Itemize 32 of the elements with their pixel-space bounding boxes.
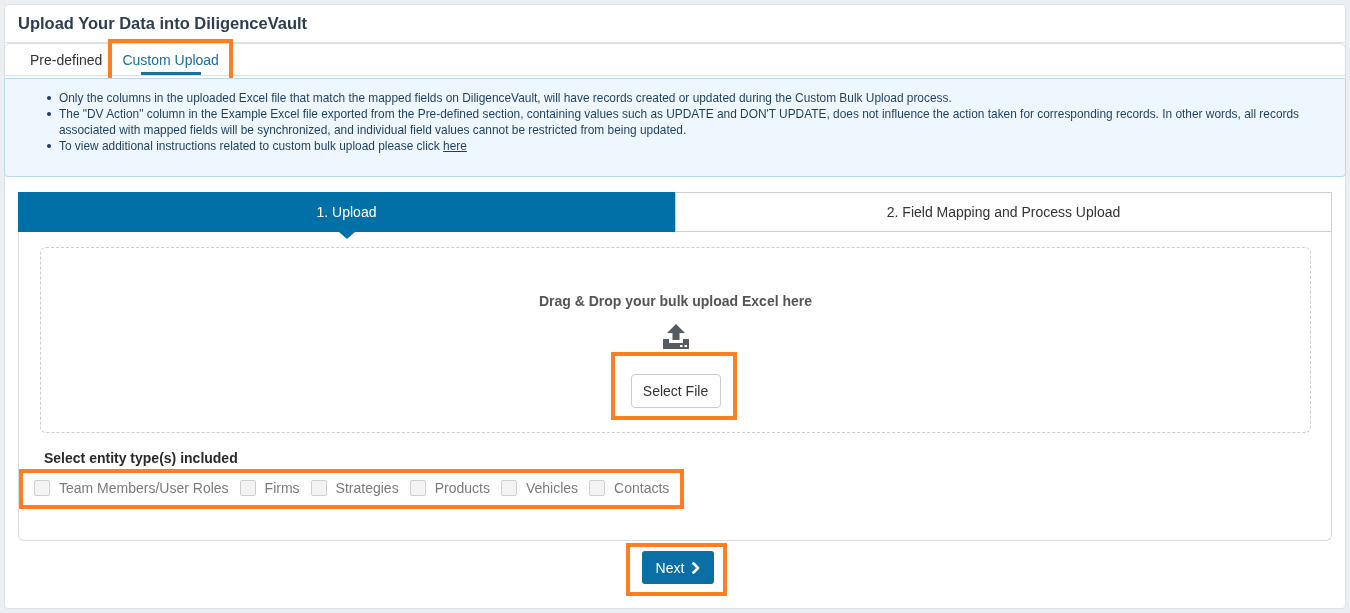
- checkbox[interactable]: [239, 480, 256, 496]
- checkbox-label: Products: [434, 479, 490, 497]
- chevron-right-icon: [692, 561, 701, 574]
- instruction-text: Only the columns in the uploaded Excel file that match the mapped fields on DiligenceVault, will have records created or updated during the Custom Bulk Upload process.: [59, 90, 952, 106]
- wizard-step: 1. Upload: [18, 192, 675, 232]
- help-link[interactable]: here: [443, 139, 467, 153]
- drop-prompt: Drag & Drop your bulk upload Excel here: [538, 293, 813, 309]
- section-heading: Select entity type(s) included: [44, 450, 239, 466]
- checkbox-label: Strategies: [335, 479, 399, 497]
- instruction-text: To view additional instructions related to custom bulk upload please click here: [59, 138, 467, 154]
- checkbox-label: Firms: [264, 479, 300, 497]
- wizard-step: 2. Field Mapping and Process Upload: [675, 192, 1332, 232]
- bullet-icon: [47, 112, 51, 116]
- checkbox-label: Vehicles: [525, 479, 579, 497]
- checkbox[interactable]: [310, 480, 327, 496]
- next-button[interactable]: Next: [641, 551, 715, 584]
- instruction-text: The "DV Action" column in the Example Excel file exported from the Pre-defined section, containing values such as UPDATE and DON'T UPDATE, does not influence the action taken for corresponding records. In other words, all records associated with mapped fields will be synchronized, and individual field values cannot be restricted from being updated.: [59, 106, 1301, 138]
- select-file-button[interactable]: Select File: [630, 374, 721, 408]
- upload-icon: [661, 324, 690, 349]
- checkbox-label: Team Members/User Roles: [59, 479, 229, 497]
- drop-zone[interactable]: Drag & Drop your bulk upload Excel here Select File: [40, 247, 1311, 433]
- tab[interactable]: Pre-defined: [20, 44, 113, 75]
- checkbox-label: Contacts: [614, 479, 670, 497]
- bullet-icon: [47, 96, 51, 100]
- checkbox[interactable]: [409, 480, 426, 496]
- checkbox[interactable]: [589, 480, 606, 496]
- step-pointer-icon: [338, 232, 355, 239]
- bullet-icon: [47, 144, 51, 148]
- checkbox[interactable]: [500, 480, 517, 496]
- checkbox[interactable]: [34, 480, 50, 496]
- page-title: Upload Your Data into DiligenceVault: [18, 14, 308, 33]
- tab[interactable]: Custom Upload: [112, 44, 229, 75]
